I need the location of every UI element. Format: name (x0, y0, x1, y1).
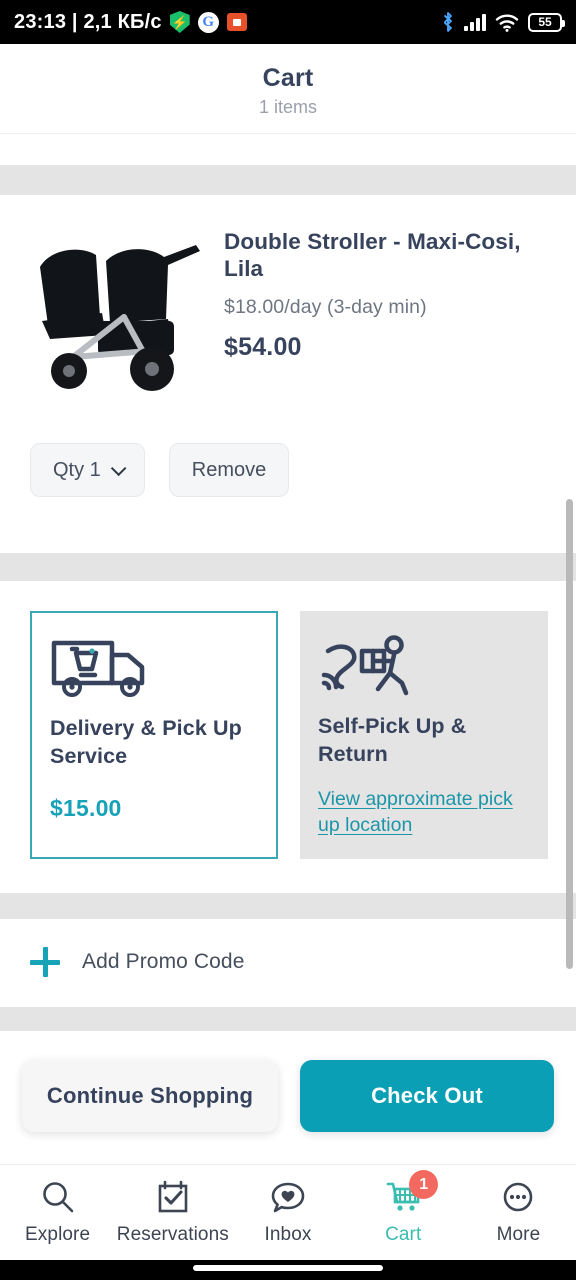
product-info: Double Stroller - Maxi-Cosi, Lila $18.00… (206, 221, 548, 401)
delivery-option-price: $15.00 (50, 794, 122, 821)
vertical-scrollbar[interactable] (566, 499, 573, 969)
search-icon (39, 1179, 77, 1217)
self-pickup-option-title: Self-Pick Up & Return (318, 714, 467, 766)
tab-inbox[interactable]: Inbox (230, 1179, 345, 1246)
fulfillment-options: Delivery & Pick Up Service $15.00 Self-P… (0, 581, 576, 859)
item-count: 1 items (258, 97, 318, 117)
tab-explore[interactable]: Explore (0, 1179, 115, 1246)
cart-item: Double Stroller - Maxi-Cosi, Lila $18.00… (0, 195, 576, 401)
tab-label-reservations: Reservations (116, 1224, 229, 1245)
add-promo-code-row[interactable]: Add Promo Code (0, 919, 576, 977)
product-title: Double Stroller - Maxi-Cosi, Lila (224, 229, 521, 281)
tab-reservations[interactable]: Reservations (115, 1179, 230, 1246)
tab-label-inbox: Inbox (264, 1224, 312, 1245)
page-title: Cart (262, 64, 314, 92)
quantity-dropdown[interactable]: Qty 1 (30, 443, 145, 497)
section-divider-fulfillment (0, 553, 576, 581)
delivery-truck-icon (50, 635, 258, 701)
cart-badge: 1 (409, 1170, 439, 1199)
item-actions: Qty 1 Remove (0, 401, 576, 497)
remove-label: Remove (191, 458, 267, 481)
system-nav-bar (0, 1260, 576, 1280)
view-pickup-location-link[interactable]: View approximate pick up location (318, 787, 530, 838)
section-divider-promo (0, 893, 576, 919)
cart-action-buttons: Continue Shopping Check Out (0, 1060, 576, 1132)
calendar-check-icon (154, 1179, 192, 1217)
person-carrying-box-icon (318, 633, 530, 699)
status-bar-right: 55 (441, 11, 565, 33)
google-icon: G (197, 11, 219, 33)
battery-icon: 55 (528, 12, 565, 32)
section-divider-top (0, 165, 576, 195)
cellular-signal-icon (464, 13, 486, 31)
continue-shopping-button[interactable]: Continue Shopping (22, 1060, 278, 1132)
bluetooth-icon (441, 11, 455, 33)
section-divider-bottom (0, 1007, 576, 1031)
add-promo-code-label: Add Promo Code (82, 950, 245, 973)
page-header: Cart 1 items (0, 44, 576, 134)
tab-cart[interactable]: 1 Cart (346, 1170, 461, 1246)
scrolled-content-edge (0, 134, 576, 165)
cart-content[interactable]: Double Stroller - Maxi-Cosi, Lila $18.00… (0, 134, 576, 1164)
media-icon (226, 13, 247, 31)
tab-more[interactable]: More (461, 1179, 576, 1246)
status-bar: 23:13 | 2,1 КБ/с ⚡ G 55 (0, 0, 576, 44)
status-clock: 23:13 | 2,1 КБ/с (14, 10, 162, 33)
ellipsis-circle-icon (499, 1179, 537, 1217)
check-out-button[interactable]: Check Out (300, 1060, 554, 1132)
chevron-down-icon (110, 460, 127, 476)
phone-screen: 23:13 | 2,1 КБ/с ⚡ G 55 Cart 1 items Dou… (0, 0, 576, 1280)
quantity-label: Qty 1 (53, 458, 101, 481)
shield-icon: ⚡ (169, 11, 190, 33)
product-image[interactable] (28, 221, 206, 401)
self-pickup-option-card[interactable]: Self-Pick Up & Return View approximate p… (300, 611, 548, 859)
product-rate: $18.00/day (3-day min) (224, 296, 427, 319)
wifi-icon (495, 13, 519, 32)
product-price: $54.00 (224, 333, 302, 362)
tab-label-cart: Cart (385, 1224, 422, 1245)
battery-level: 55 (538, 15, 552, 29)
delivery-option-title: Delivery & Pick Up Service (50, 716, 242, 768)
delivery-option-card[interactable]: Delivery & Pick Up Service $15.00 (30, 611, 278, 859)
remove-button[interactable]: Remove (168, 443, 290, 497)
bottom-tab-bar: Explore Reservations Inbox 1 Cart More (0, 1164, 576, 1260)
status-bar-left: 23:13 | 2,1 КБ/с ⚡ G (14, 11, 247, 34)
chat-heart-icon (269, 1179, 307, 1217)
tab-label-more: More (496, 1224, 541, 1245)
tab-label-explore: Explore (25, 1224, 91, 1245)
plus-icon (30, 947, 60, 977)
